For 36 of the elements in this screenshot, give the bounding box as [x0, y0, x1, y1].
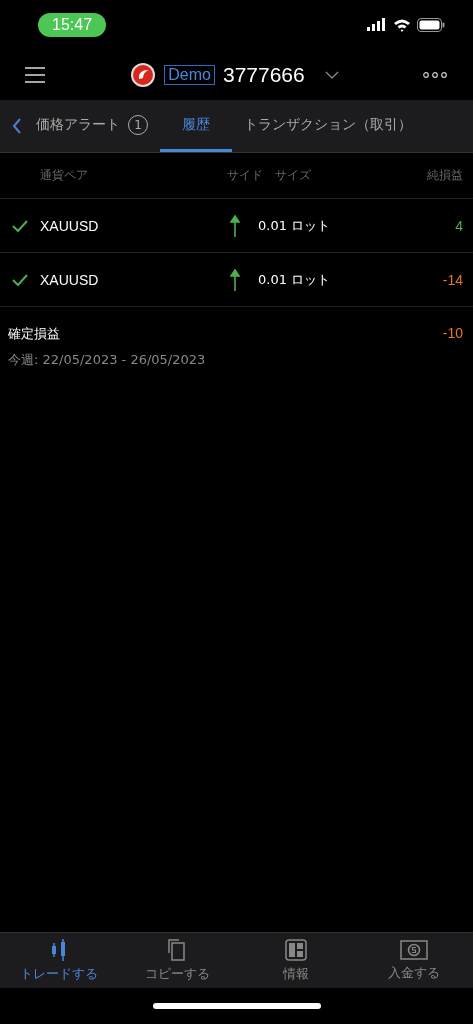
menu-icon[interactable] — [24, 67, 46, 83]
column-header: サイド — [226, 167, 264, 184]
table-cell: -14 — [442, 271, 463, 288]
nav-item[interactable]: トレードする — [0, 933, 119, 988]
back-icon[interactable] — [12, 118, 22, 134]
table-cell-text: XAUUSD — [40, 271, 100, 288]
nav-item[interactable]: 入金する — [354, 933, 473, 988]
nav-item[interactable]: コピーする — [118, 933, 237, 988]
table-cell: 4 — [455, 217, 463, 234]
table-cell-text: 0.01 ロット — [258, 216, 332, 235]
tab[interactable]: トランザクション（取引） — [232, 100, 424, 152]
summary-value: -10 — [442, 325, 463, 343]
period-text: 今週: 22/05/2023 - 26/05/2023 — [8, 351, 207, 369]
summary-label: 確定損益 — [8, 325, 60, 343]
chevron-down-icon[interactable] — [324, 71, 339, 79]
more-icon[interactable] — [423, 72, 447, 78]
column-header: サイズ — [275, 167, 312, 184]
nav-item[interactable]: 情報 — [236, 933, 355, 988]
account-type-badge: Demo — [164, 65, 215, 85]
column-header: 純損益 — [427, 167, 463, 184]
account-number[interactable]: 3777666 — [222, 63, 305, 87]
column-header: 通貨ペア — [40, 167, 89, 184]
copy-icon — [167, 938, 188, 961]
logo-icon — [130, 62, 157, 88]
table-cell-text: XAUUSD — [40, 217, 100, 234]
wifi-icon — [393, 18, 411, 32]
up-arrow-icon — [230, 214, 240, 237]
signal-icon — [367, 18, 387, 32]
tab[interactable]: 履歴 — [160, 100, 232, 152]
tab[interactable]: 価格アラート 1 — [36, 100, 160, 152]
battery-icon — [417, 18, 445, 32]
status-time: 15:47 — [38, 13, 107, 37]
table-cell-text: 0.01 ロット — [258, 270, 332, 289]
up-arrow-icon — [230, 268, 240, 291]
banknote-icon — [399, 939, 428, 960]
dashboard-icon — [284, 938, 307, 961]
